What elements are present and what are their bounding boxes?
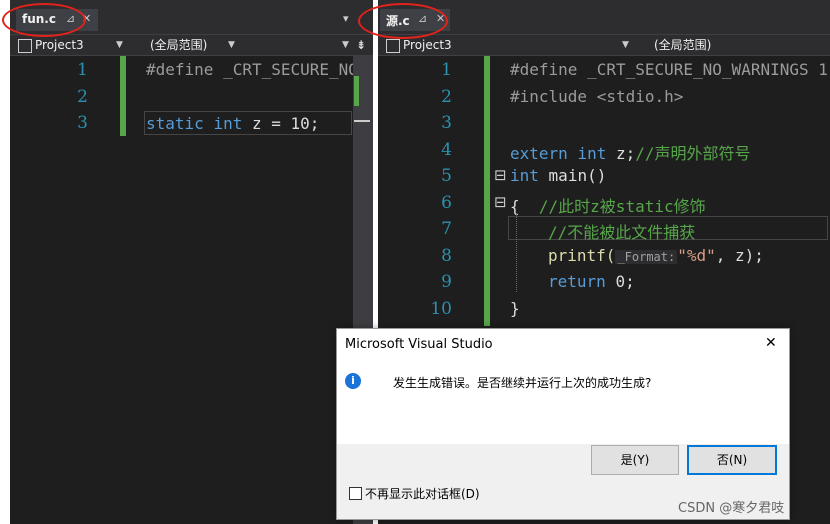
project-dropdown[interactable]: Project3 [386, 35, 626, 55]
line-number: 8 [441, 246, 452, 266]
code-line: #include <stdio.h> [510, 87, 684, 106]
scope-dropdown[interactable]: (全局范围) [654, 35, 711, 55]
line-number: 2 [77, 87, 88, 107]
close-icon[interactable]: ✕ [765, 335, 777, 351]
project-icon [18, 38, 32, 53]
line-number: 1 [77, 60, 88, 80]
left-editor-pane: fun.c ⊿ ✕ ▾ Project3 ▼ (全局范围) ▼ ▼ ⇟ 1 2 … [10, 0, 373, 524]
left-code-editor[interactable]: 1 2 3 #define _CRT_SECURE_NO static int … [10, 56, 373, 524]
line-number: 3 [441, 113, 452, 133]
scope-dropdown[interactable]: (全局范围) [150, 35, 207, 55]
code-line: } [510, 299, 520, 318]
code-line: { //此时z被static修饰 [510, 197, 706, 216]
tab-overflow-dropdown-icon[interactable]: ▾ [343, 12, 349, 25]
no-button[interactable]: 否(N) [687, 445, 777, 475]
checkbox-label: 不再显示此对话框(D) [365, 487, 480, 501]
chevron-down-icon[interactable]: ▼ [342, 35, 349, 55]
annotation-circle-fun-c [2, 3, 86, 37]
change-indicator-bar [484, 56, 490, 326]
line-number: 4 [441, 140, 452, 160]
project-icon [386, 38, 400, 53]
code-line: int main() [510, 166, 607, 185]
change-indicator-bar [120, 56, 126, 136]
chevron-down-icon[interactable]: ▼ [622, 35, 629, 55]
chevron-down-icon[interactable]: ▼ [116, 35, 123, 55]
info-icon: i [345, 373, 361, 389]
code-line: return 0; [548, 272, 635, 291]
code-line: printf(_Format: "%d", z); [548, 246, 764, 265]
indent-guide [516, 214, 517, 292]
line-number: 7 [441, 219, 452, 239]
fold-collapse-icon[interactable]: ⊟ [494, 166, 507, 184]
dialog-title-bar: Microsoft Visual Studio ✕ [337, 329, 789, 361]
line-number: 5 [441, 166, 452, 186]
dialog-body: i 发生生成错误。是否继续并运行上次的成功生成? [337, 361, 789, 444]
code-line: #define _CRT_SECURE_NO_WARNINGS 1 [510, 60, 828, 79]
split-icon[interactable]: ⇟ [356, 35, 366, 55]
project-label: Project3 [35, 38, 84, 52]
scrollbar-change-marker [354, 76, 359, 106]
code-line: //不能被此文件捕获 [548, 223, 696, 242]
build-error-dialog: Microsoft Visual Studio ✕ i 发生生成错误。是否继续并… [336, 328, 790, 520]
project-label: Project3 [403, 38, 452, 52]
line-number: 1 [441, 60, 452, 80]
line-number: 2 [441, 87, 452, 107]
parameter-hint: _Format: [615, 250, 678, 264]
scrollbar-caret-marker [354, 120, 370, 122]
annotation-circle-source-c [358, 3, 448, 39]
line-number: 10 [430, 299, 452, 319]
code-line: static int z = 10; [146, 114, 320, 133]
dialog-title: Microsoft Visual Studio [345, 337, 493, 352]
fold-collapse-icon[interactable]: ⊟ [494, 193, 507, 211]
chevron-down-icon[interactable]: ▼ [228, 35, 235, 55]
line-number: 6 [441, 193, 452, 213]
code-line: extern int z;//声明外部符号 [510, 144, 751, 163]
dialog-message: 发生生成错误。是否继续并运行上次的成功生成? [393, 376, 652, 390]
left-navigation-bar: Project3 ▼ (全局范围) ▼ ▼ ⇟ [10, 34, 373, 56]
line-number: 3 [77, 113, 88, 133]
line-number: 9 [441, 272, 452, 292]
watermark: CSDN @寒夕君吱 [678, 501, 785, 516]
code-line: #define _CRT_SECURE_NO [146, 60, 358, 79]
right-navigation-bar: Project3 ▼ (全局范围) [378, 34, 830, 56]
yes-button[interactable]: 是(Y) [591, 445, 679, 475]
dont-show-again-checkbox[interactable] [349, 487, 362, 500]
